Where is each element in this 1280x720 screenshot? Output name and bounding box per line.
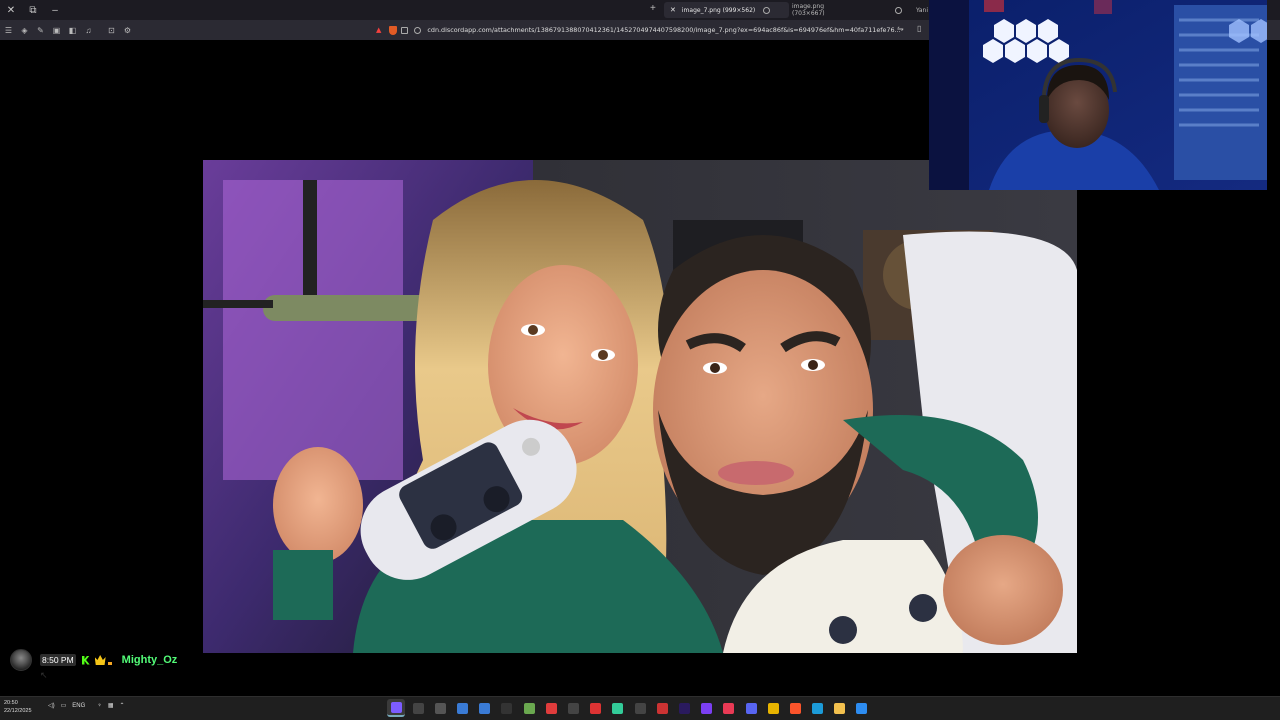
webcam-illustration [929,0,1267,190]
clock-time: 20:50 [4,700,18,706]
crown-badge-icon [94,655,106,665]
davinci-app-icon[interactable] [542,699,560,717]
tab-audio-icon [763,6,771,14]
discord-app-icon[interactable] [742,699,760,717]
menu-icon[interactable]: ☰ [1,23,16,38]
chat-message: 8:50 PM Mighty_Oz [10,646,177,674]
avatar[interactable] [10,649,32,671]
new-tab-icon[interactable]: + [650,3,656,14]
tab-label: Yani [916,6,928,14]
search-icon [414,26,422,34]
microphone-icon[interactable]: ♆ [97,703,102,709]
openai-app-icon[interactable] [631,699,649,717]
translate-icon[interactable]: ⇋ [897,24,904,33]
grid-app-icon[interactable] [609,699,627,717]
screenshot-icon[interactable]: ⊡ [104,23,119,38]
purple-app-icon[interactable] [698,699,716,717]
bookmark-icon[interactable]: ▯ [917,24,921,33]
premiere-app-icon[interactable] [675,699,693,717]
address-bar[interactable]: ▲ cdn.discordapp.com/attachments/1386791… [370,22,930,38]
message-timestamp: 8:50 PM [40,654,76,666]
edge-app-icon[interactable] [809,699,827,717]
menu-app-icon[interactable] [565,699,583,717]
language-indicator[interactable]: ENG [72,703,85,709]
audio-app-icon[interactable] [409,699,427,717]
clock-date: 22/12/2025 [4,708,32,714]
sidebar-icon[interactable]: ◧ [65,23,80,38]
url-text[interactable]: cdn.discordapp.com/attachments/138679138… [427,26,900,34]
arrow2-app-icon[interactable] [476,699,494,717]
displayed-photo[interactable] [203,160,1077,653]
minecraft-app-icon[interactable] [520,699,538,717]
close-icon[interactable]: ✕ [0,0,22,20]
browser-pen-app-icon[interactable] [387,699,405,717]
tab-image[interactable]: image.png (703×667) [786,2,908,18]
shield-small-icon[interactable]: ◈ [17,23,32,38]
tab-close-icon[interactable]: ✕ [670,6,676,14]
store-app-icon[interactable] [853,699,871,717]
chrome-app-icon[interactable] [764,699,782,717]
restore-icon[interactable]: ⧉ [22,0,44,20]
settings-tray-icon[interactable]: ▦ [108,702,114,709]
obs-app-icon[interactable] [431,699,449,717]
tab-label: image_7.png (999×562) [681,6,756,14]
kick-badge-icon [81,655,90,665]
tab-label: image.png (703×667) [792,3,825,17]
tab-image7[interactable]: ✕ image_7.png (999×562) [664,2,789,18]
chevron-up-icon[interactable]: ⌃ [119,702,124,709]
webcam-overlay [929,0,1267,190]
brave-shield-icon[interactable] [389,25,398,35]
arrow-app-icon[interactable] [454,699,472,717]
tab-audio-icon [895,6,902,14]
steam-app-icon[interactable] [498,699,516,717]
chrome-red-app-icon[interactable] [653,699,671,717]
extension-icon[interactable]: ✎ [33,23,48,38]
system-tray: ◁) ▭ ENG ♆ ▦ ⌃ [48,702,131,710]
system-clock[interactable]: 20:50 22/12/2025 [4,699,32,715]
folder-app-icon[interactable] [831,699,849,717]
volume-icon[interactable]: ◁) [48,702,55,709]
badge-dot-icon [107,661,112,665]
network-icon[interactable]: ▭ [61,702,67,709]
photo-illustration [203,160,1077,653]
minimize-icon[interactable]: – [44,0,66,20]
red-app-icon[interactable] [587,699,605,717]
warning-icon[interactable]: ▲ [376,26,381,34]
settings-icon[interactable]: ⚙ [120,23,135,38]
chat-username[interactable]: Mighty_Oz [122,654,178,666]
brave-app-icon[interactable] [786,699,804,717]
music-app-icon[interactable] [720,699,738,717]
music-icon[interactable]: ♫ [81,23,96,38]
windows-taskbar: 20:50 22/12/2025 ◁) ▭ ENG ♆ ▦ ⌃ [0,696,1280,720]
site-info-icon[interactable] [401,26,409,34]
tabs-icon[interactable]: ▣ [49,23,64,38]
taskbar-apps [387,699,875,717]
cursor-icon: ↖ [40,670,48,680]
